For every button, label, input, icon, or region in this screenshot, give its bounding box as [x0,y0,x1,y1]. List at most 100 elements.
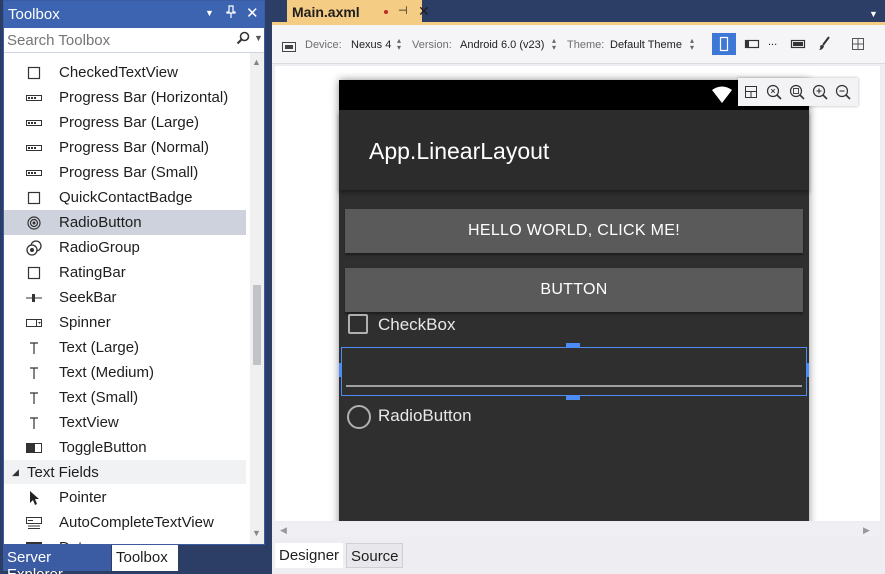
toolbox-category-text-fields[interactable]: ◢ Text Fields [4,460,246,484]
checkbox-icon [26,265,42,281]
radio-button-icon [26,215,42,231]
tab-main-axml[interactable]: Main.axml ⊣ ✕ [287,0,430,24]
scroll-thumb[interactable] [253,285,261,365]
search-input[interactable] [7,30,231,50]
zoom-in-icon[interactable] [811,83,829,101]
toolbox-item[interactable]: Date [4,535,246,544]
resize-handle-left[interactable] [339,363,342,377]
scroll-left-icon[interactable]: ◀ [280,525,287,536]
resize-handle-top[interactable] [566,343,580,347]
toolbox-item[interactable]: SeekBar [4,285,246,310]
toolbox-item[interactable]: QuickContactBadge [4,185,246,210]
layout-button[interactable] [846,33,870,55]
toolbox-item[interactable]: RadioButton [4,210,246,235]
more-options[interactable]: ... [768,36,777,48]
horizontal-scrollbar[interactable]: ◀ ▶ [275,523,880,537]
resize-handle-bottom[interactable] [566,396,580,400]
theme-select[interactable]: Default Theme [610,39,682,51]
collapse-arrow-icon[interactable]: ◢ [12,467,19,478]
device-frame-button[interactable] [786,33,810,55]
tab-designer[interactable]: Designer [275,543,343,568]
zoom-fit-icon[interactable] [765,83,783,101]
radio-button-icon[interactable] [347,405,371,429]
tab-source[interactable]: Source [346,543,403,568]
zoom-toolbar [738,78,858,106]
layout-grid-icon[interactable] [742,83,760,101]
brush-icon [819,36,830,50]
toolbox-item[interactable]: ToggleButton [4,435,246,460]
design-canvas[interactable]: App.LinearLayout HELLO WORLD, CLICK ME! … [275,66,880,521]
toolbox-item[interactable]: CheckedTextView [4,60,246,85]
toolbox-item[interactable]: Progress Bar (Normal) [4,135,246,160]
tab-label: Main.axml [292,4,360,20]
toolbox-item[interactable]: RatingBar [4,260,246,285]
document-tabs: Main.axml ⊣ ✕ ▼ [272,0,885,24]
toolbox-item[interactable]: Pointer [4,485,246,510]
dropdown-icon[interactable]: ▼ [205,8,214,18]
scroll-down-icon[interactable]: ▼ [252,528,261,538]
toolbox-title-bar: Toolbox ▼ ✕ [4,1,264,28]
bottom-tabs: Server Explorer Toolbox [0,545,270,574]
pin-icon[interactable]: ⊣ [398,4,408,17]
landscape-icon [744,39,760,49]
theme-spin-icon[interactable]: ▴ ▾ [690,37,694,52]
tab-server-explorer[interactable]: Server Explorer [3,545,111,574]
portrait-button[interactable] [712,33,736,55]
text-icon [26,340,42,356]
text-icon [26,365,42,381]
modified-indicator [384,10,388,14]
close-icon[interactable]: ✕ [246,4,259,22]
button[interactable]: BUTTON [345,268,803,312]
radio-group-icon [26,240,42,256]
toolbox-item-label: ToggleButton [59,439,147,456]
theme-editor-button[interactable] [813,33,837,55]
toolbox-item-label: Spinner [59,314,111,331]
edit-text-underline [346,385,802,387]
zoom-out-icon[interactable] [834,83,852,101]
toolbox-list: CheckedTextView Progress Bar (Horizontal)… [4,58,249,544]
toolbox-item[interactable]: Progress Bar (Large) [4,110,246,135]
edit-text-field[interactable] [341,347,807,396]
designer-surface: Device: Nexus 4 ▴ ▾ Version: Android 6.0 … [272,25,885,574]
seekbar-icon [26,290,42,306]
toolbox-scrollbar[interactable]: ▲ ▼ [250,53,264,544]
progress-bar-icon [26,90,42,106]
pointer-icon [26,490,42,506]
search-options-icon[interactable]: ▼ [254,33,263,43]
version-select[interactable]: Android 6.0 (v23) [460,39,544,51]
toolbox-item[interactable]: RadioGroup [4,235,246,260]
hello-world-button[interactable]: HELLO WORLD, CLICK ME! [345,209,803,253]
scroll-right-icon[interactable]: ▶ [863,525,870,536]
resize-handle-right[interactable] [806,363,809,377]
device-select[interactable]: Nexus 4 [351,39,391,51]
toolbox-item[interactable]: TextView [4,410,246,435]
tab-overflow-icon[interactable]: ▼ [869,9,878,19]
progress-bar-icon [26,140,42,156]
toolbox-item[interactable]: Text (Medium) [4,360,246,385]
search-icon[interactable] [236,31,250,50]
scroll-up-icon[interactable]: ▲ [252,57,261,67]
toolbox-item[interactable]: Progress Bar (Horizontal) [4,85,246,110]
portrait-icon [719,36,729,52]
pin-icon[interactable] [225,5,237,22]
checkbox-icon[interactable] [348,314,368,334]
device-icon [282,39,296,57]
button-label: BUTTON [540,281,608,298]
zoom-actual-icon[interactable] [788,83,806,101]
toolbox-item-label: RatingBar [59,264,126,281]
toolbox-item[interactable]: Text (Large) [4,335,246,360]
device-spin-icon[interactable]: ▴ ▾ [397,37,401,52]
toolbox-item-label: Date [59,539,91,544]
close-icon[interactable]: ✕ [418,3,430,20]
toolbox-item[interactable]: Text (Small) [4,385,246,410]
toolbox-item[interactable]: AutoCompleteTextView [4,510,246,535]
toolbox-item[interactable]: Progress Bar (Small) [4,160,246,185]
toolbox-item-label: Text (Medium) [59,364,155,381]
toolbox-item[interactable]: Spinner [4,310,246,335]
toolbox-item-label: SeekBar [59,289,117,306]
toolbox-title: Toolbox [8,6,60,23]
checkbox-icon [26,190,42,206]
version-spin-icon[interactable]: ▴ ▾ [552,37,556,52]
landscape-button[interactable] [740,33,764,55]
tab-toolbox[interactable]: Toolbox [112,545,178,571]
